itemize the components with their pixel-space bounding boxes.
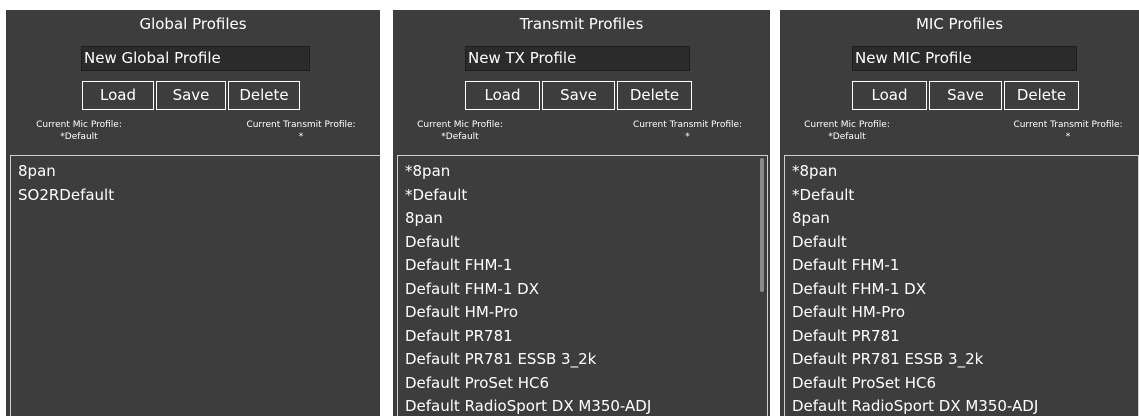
current-mic-value: *Default xyxy=(60,132,98,142)
list-item[interactable]: *Default xyxy=(405,184,753,208)
current-transmit-value: * xyxy=(685,132,690,142)
list-item[interactable]: Default FHM-1 xyxy=(405,254,753,278)
current-transmit-profile: Current Transmit Profile: * xyxy=(615,119,760,143)
current-mic-label: Current Mic Profile: xyxy=(417,120,503,130)
list-item[interactable]: Default HM-Pro xyxy=(405,301,753,325)
global-profiles-panel: Global Profiles New Global Profile Load … xyxy=(6,10,380,416)
profile-list-items: *8pan *Default 8pan Default Default FHM-1 Def… xyxy=(792,160,1124,416)
current-mic-profile: Current Mic Profile: *Default xyxy=(19,119,139,143)
button-row: Load Save Delete xyxy=(82,81,300,110)
current-mic-label: Current Mic Profile: xyxy=(804,120,890,130)
button-row: Load Save Delete xyxy=(852,81,1079,110)
list-item[interactable]: Default PR781 ESSB 3_2k xyxy=(405,348,753,372)
profile-list[interactable]: *8pan *Default 8pan Default Default FHM-1 Def… xyxy=(397,155,768,416)
current-transmit-label: Current Transmit Profile: xyxy=(1013,120,1123,130)
list-item[interactable]: Default HM-Pro xyxy=(792,301,1124,325)
delete-button[interactable]: Delete xyxy=(617,81,692,110)
mic-profiles-panel: MIC Profiles New MIC Profile Load Save D… xyxy=(780,10,1139,416)
current-transmit-label: Current Transmit Profile: xyxy=(632,120,743,130)
panel-title: MIC Profiles xyxy=(915,15,1004,33)
list-item[interactable]: *8pan xyxy=(792,160,1124,184)
profile-list[interactable]: 8pan SO2RDefault xyxy=(10,155,380,416)
panel-title: Transmit Profiles xyxy=(519,15,644,33)
profile-list[interactable]: *8pan *Default 8pan Default Default FHM-1 Def… xyxy=(784,155,1139,416)
list-item[interactable]: Default xyxy=(792,231,1124,255)
current-mic-profile: Current Mic Profile: *Default xyxy=(405,119,515,143)
list-item[interactable]: Default FHM-1 DX xyxy=(792,278,1124,302)
current-transmit-profile: Current Transmit Profile: * xyxy=(231,119,371,143)
list-item[interactable]: Default PR781 xyxy=(405,325,753,349)
profile-list-items: *8pan *Default 8pan Default Default FHM-1 Def… xyxy=(405,160,753,416)
current-mic-label: Current Mic Profile: xyxy=(36,120,122,130)
list-item[interactable]: Default PR781 xyxy=(792,325,1124,349)
profile-list-items: 8pan SO2RDefault xyxy=(18,160,367,207)
list-item[interactable]: *Default xyxy=(792,184,1124,208)
save-button[interactable]: Save xyxy=(542,81,615,110)
panel-title: Global Profiles xyxy=(139,15,247,33)
load-button[interactable]: Load xyxy=(465,81,540,110)
current-transmit-profile: Current Transmit Profile: * xyxy=(998,119,1138,143)
save-button[interactable]: Save xyxy=(156,81,226,110)
current-transmit-value: * xyxy=(298,132,304,142)
list-item[interactable]: Default PR781 ESSB 3_2k xyxy=(792,348,1124,372)
profile-name-input[interactable]: New TX Profile xyxy=(465,46,690,71)
list-item[interactable]: *8pan xyxy=(405,160,753,184)
delete-button[interactable]: Delete xyxy=(1004,81,1079,110)
profile-name-input[interactable]: New MIC Profile xyxy=(852,46,1077,71)
list-item[interactable]: Default RadioSport DX M350-ADJ xyxy=(405,395,753,416)
list-item[interactable]: SO2RDefault xyxy=(18,184,367,208)
list-item[interactable]: Default ProSet HC6 xyxy=(792,372,1124,396)
load-button[interactable]: Load xyxy=(82,81,154,110)
list-item[interactable]: 8pan xyxy=(792,207,1124,231)
list-item[interactable]: 8pan xyxy=(18,160,367,184)
list-item[interactable]: Default xyxy=(405,231,753,255)
button-row: Load Save Delete xyxy=(465,81,692,110)
list-item[interactable]: 8pan xyxy=(405,207,753,231)
list-item[interactable]: Default FHM-1 xyxy=(792,254,1124,278)
list-item[interactable]: Default ProSet HC6 xyxy=(405,372,753,396)
list-item[interactable]: Default RadioSport DX M350-ADJ xyxy=(792,395,1124,416)
transmit-profiles-panel: Transmit Profiles New TX Profile Load Sa… xyxy=(393,10,770,416)
profile-name-input[interactable]: New Global Profile xyxy=(81,46,310,71)
current-transmit-value: * xyxy=(1065,132,1071,142)
list-item[interactable]: Default FHM-1 DX xyxy=(405,278,753,302)
vertical-scrollbar-thumb[interactable] xyxy=(760,158,764,292)
delete-button[interactable]: Delete xyxy=(228,81,300,110)
current-mic-value: *Default xyxy=(828,132,866,142)
current-mic-profile: Current Mic Profile: *Default xyxy=(792,119,902,143)
save-button[interactable]: Save xyxy=(929,81,1002,110)
current-mic-value: *Default xyxy=(441,132,479,142)
current-transmit-label: Current Transmit Profile: xyxy=(246,120,356,130)
load-button[interactable]: Load xyxy=(852,81,927,110)
